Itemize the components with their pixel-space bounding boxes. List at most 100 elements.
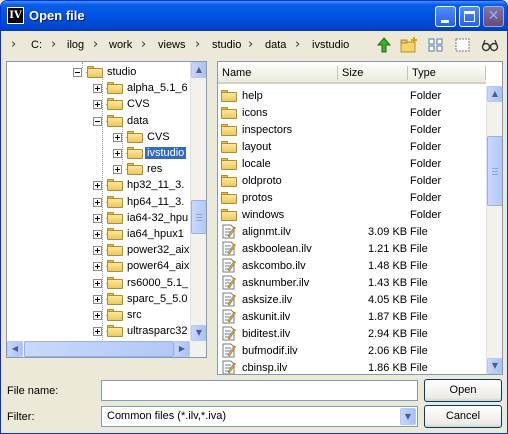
expand-icon[interactable] xyxy=(113,165,122,175)
ilv-file-icon xyxy=(222,292,236,307)
details-view-icon[interactable] xyxy=(454,37,472,53)
column-header-type[interactable]: Type xyxy=(408,62,486,84)
tree-item[interactable]: CVS xyxy=(7,129,197,145)
file-list-row[interactable]: cbinsp.ilv 1.86 KB File xyxy=(218,359,486,374)
folder-icon xyxy=(127,147,143,159)
tree-item[interactable]: alpha_5.1_6 xyxy=(7,80,197,96)
close-button[interactable]: ✕ xyxy=(483,6,504,27)
file-list-row[interactable]: askboolean.ilv 1.21 KB File xyxy=(218,240,486,257)
folder-icon xyxy=(87,66,103,78)
tree-item[interactable]: hp32_11_3. xyxy=(7,177,197,193)
maximize-button[interactable] xyxy=(459,6,480,27)
file-name-input[interactable] xyxy=(101,380,418,401)
expand-icon[interactable] xyxy=(93,213,102,223)
tree-item[interactable]: src xyxy=(7,307,197,323)
scroll-up-icon[interactable]: ▲ xyxy=(191,62,206,78)
tree-item[interactable]: ivstudio xyxy=(7,145,197,161)
ilv-file-icon xyxy=(222,309,236,324)
list-scroll-thumb[interactable] xyxy=(487,136,502,206)
scroll-down-icon[interactable]: ▼ xyxy=(191,325,206,341)
file-list-row[interactable]: askunit.ilv 1.87 KB File xyxy=(218,308,486,325)
expand-icon[interactable] xyxy=(93,262,102,272)
file-list-row[interactable]: inspectors Folder xyxy=(218,121,486,138)
breadcrumb-item[interactable]: C: xyxy=(31,39,42,51)
filter-select[interactable]: Common files (*.ilv,*.iva) ▼ xyxy=(101,406,418,427)
expand-icon[interactable] xyxy=(93,246,102,256)
expand-icon[interactable] xyxy=(93,181,102,191)
expand-icon[interactable] xyxy=(93,100,102,110)
new-folder-icon[interactable] xyxy=(400,37,418,53)
file-list-row[interactable]: oldproto Folder xyxy=(218,172,486,189)
expand-icon[interactable] xyxy=(93,197,102,207)
column-header-size[interactable]: Size xyxy=(338,62,408,84)
expand-icon[interactable] xyxy=(113,132,122,142)
list-vertical-scrollbar[interactable]: ▲ ▼ xyxy=(486,86,502,374)
tree-item[interactable]: power32_aix xyxy=(7,242,197,258)
expand-icon[interactable] xyxy=(93,230,102,239)
scroll-right-icon[interactable]: ▶ xyxy=(174,341,190,357)
breadcrumb-item[interactable]: ilog xyxy=(67,39,84,51)
minimize-button[interactable] xyxy=(435,6,456,27)
expand-icon[interactable] xyxy=(93,327,102,337)
tree-item[interactable]: ia64_hpux1 xyxy=(7,226,197,242)
cancel-button[interactable]: Cancel xyxy=(424,405,502,428)
go-up-icon[interactable] xyxy=(375,37,393,53)
expand-icon[interactable] xyxy=(93,278,102,288)
breadcrumb-item[interactable]: work xyxy=(109,39,132,51)
tree-item[interactable]: rs6000_5.1_ xyxy=(7,275,197,291)
collapse-icon[interactable] xyxy=(93,116,102,126)
file-list-row[interactable]: asksize.ilv 4.05 KB File xyxy=(218,291,486,308)
breadcrumb-item[interactable]: studio xyxy=(212,39,241,51)
tree-item[interactable]: hp64_11_3. xyxy=(7,194,197,210)
file-name: alignmt.ilv xyxy=(242,226,291,238)
folder-tree[interactable]: studio alpha_5.1_6 CVS data CVS ivstudio res hp… xyxy=(6,61,207,358)
scroll-left-icon[interactable]: ◀ xyxy=(7,341,23,357)
file-list-row[interactable]: locale Folder xyxy=(218,155,486,172)
tree-item[interactable]: studio xyxy=(7,64,197,80)
large-icons-view-icon[interactable] xyxy=(427,37,445,53)
file-list-row[interactable]: icons Folder xyxy=(218,104,486,121)
expand-icon[interactable] xyxy=(93,294,102,304)
tree-horizontal-scrollbar[interactable]: ◀ ▶ xyxy=(7,341,206,357)
tree-item[interactable]: data xyxy=(7,113,197,129)
file-list-row[interactable]: biditest.ilv 2.94 KB File xyxy=(218,325,486,342)
file-size: 1.21 KB xyxy=(368,243,408,255)
file-list-row[interactable]: alignmt.ilv 3.09 KB File xyxy=(218,223,486,240)
file-list-row[interactable]: bufmodif.ilv 2.06 KB File xyxy=(218,342,486,359)
tree-item[interactable]: CVS xyxy=(7,96,197,112)
expand-icon[interactable] xyxy=(93,311,102,320)
tree-item[interactable]: sparc_5_5.0 xyxy=(7,291,197,307)
file-list-row[interactable]: askcombo.ilv 1.48 KB File xyxy=(218,257,486,274)
tree-item[interactable]: ia64-32_hpu xyxy=(7,210,197,226)
file-list-row[interactable]: layout Folder xyxy=(218,138,486,155)
breadcrumb-item[interactable]: ivstudio xyxy=(312,39,349,51)
chevron-down-icon[interactable]: ▼ xyxy=(400,408,416,425)
file-size: 1.48 KB xyxy=(368,260,408,272)
filter-label: Filter: xyxy=(7,411,35,423)
file-list[interactable]: Name Size Type help Folder icons Folder insp… xyxy=(217,61,503,375)
file-name: layout xyxy=(242,141,272,153)
expand-icon[interactable] xyxy=(93,84,102,94)
file-list-row[interactable]: asknumber.ilv 1.43 KB File xyxy=(218,274,486,291)
folder-icon xyxy=(107,276,123,289)
file-list-row[interactable]: help Folder xyxy=(218,87,486,104)
scroll-up-icon[interactable]: ▲ xyxy=(487,86,502,102)
title-bar[interactable]: IV Open file ✕ xyxy=(1,1,507,31)
tree-hscroll-thumb[interactable] xyxy=(24,341,174,357)
collapse-icon[interactable] xyxy=(73,68,82,77)
breadcrumb-item[interactable]: data xyxy=(265,39,286,51)
tree-item[interactable]: res xyxy=(7,161,197,177)
tree-item[interactable]: power64_aix xyxy=(7,258,197,274)
scroll-down-icon[interactable]: ▼ xyxy=(487,358,502,374)
folder-icon xyxy=(221,209,237,221)
tree-item[interactable]: ultrasparc32 xyxy=(7,323,197,339)
file-list-row[interactable]: windows Folder xyxy=(218,206,486,223)
preview-glasses-icon[interactable] xyxy=(481,37,499,53)
column-header-name[interactable]: Name xyxy=(218,62,338,84)
open-button[interactable]: Open xyxy=(424,379,502,402)
tree-vertical-scrollbar[interactable]: ▲ ▼ xyxy=(190,62,206,341)
file-list-row[interactable]: protos Folder xyxy=(218,189,486,206)
breadcrumb-item[interactable]: views xyxy=(158,39,186,51)
expand-icon[interactable] xyxy=(113,149,122,158)
tree-scroll-thumb[interactable] xyxy=(191,200,206,234)
